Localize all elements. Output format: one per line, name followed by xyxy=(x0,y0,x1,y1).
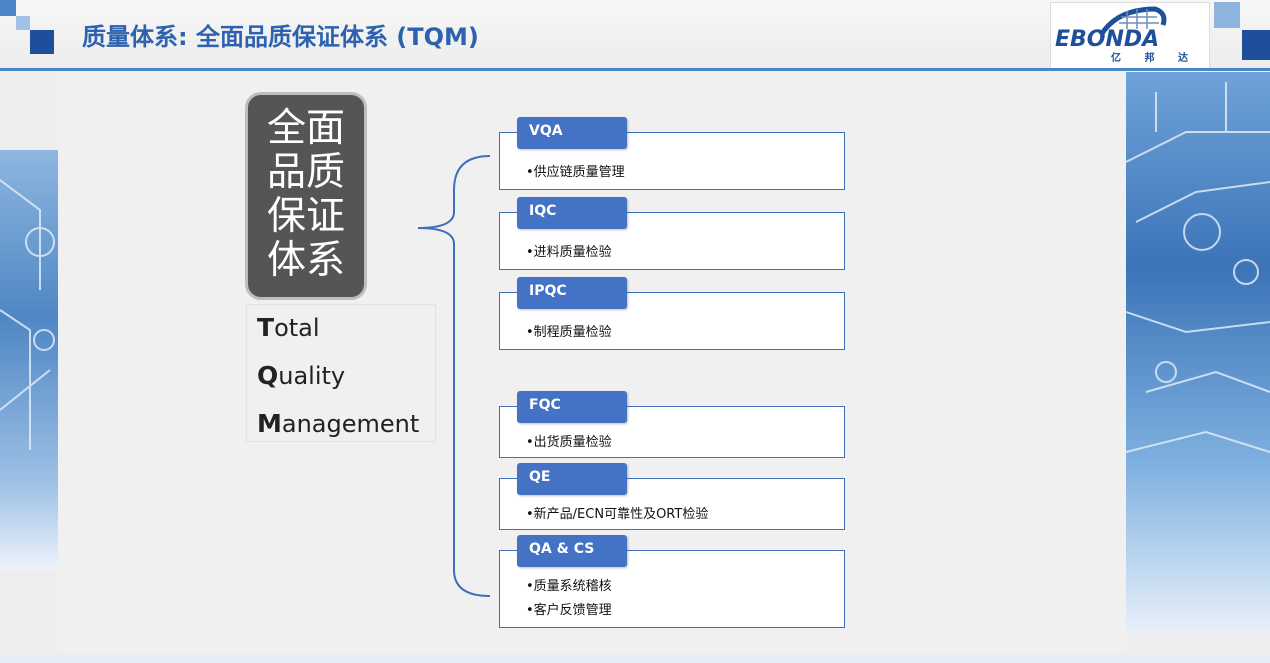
corner-square xyxy=(1214,2,1240,28)
item-tag-iqc: IQC xyxy=(517,197,627,229)
circuit-decoration-left xyxy=(0,150,58,570)
item-tag-ipqc: IPQC xyxy=(517,277,627,309)
item-desc: •制程质量检验 xyxy=(526,325,612,340)
corner-square xyxy=(1242,30,1270,60)
tqm-chinese-line: 品质 xyxy=(266,150,345,195)
footer-strip xyxy=(0,655,1270,663)
item-tag-qe: QE xyxy=(517,463,627,495)
tqm-chinese-line: 全面 xyxy=(266,106,345,151)
item-desc: •客户反馈管理 xyxy=(526,603,612,618)
item-desc: •新产品/ECN可靠性及ORT检验 xyxy=(526,507,709,522)
item-tag-fqc: FQC xyxy=(517,391,627,423)
tqm-chinese-line: 体系 xyxy=(266,238,345,283)
circuit-decoration-right xyxy=(1126,72,1270,632)
item-desc: •进料质量检验 xyxy=(526,245,612,260)
header-rule xyxy=(0,68,1270,71)
item-desc: •质量系统稽核 xyxy=(526,579,612,594)
tqm-word-total: Total xyxy=(257,313,320,342)
corner-square xyxy=(16,16,30,30)
tqm-word-quality: Quality xyxy=(257,361,346,390)
item-tag-qa-cs: QA & CS xyxy=(517,535,627,567)
connector-brace xyxy=(417,155,491,597)
tqm-english-box: Total Quality Management xyxy=(246,304,436,442)
corner-square xyxy=(30,30,54,54)
slide-header: 质量体系: 全面品质保证体系 (TQM) EBONDA 亿 邦 达 xyxy=(0,0,1270,70)
logo-chinese-name: 亿 邦 达 xyxy=(1111,53,1198,64)
item-desc: •供应链质量管理 xyxy=(526,165,625,180)
page-title: 质量体系: 全面品质保证体系 (TQM) xyxy=(82,23,479,51)
corner-square xyxy=(0,0,16,16)
tqm-word-management: Management xyxy=(257,409,420,438)
item-desc: •出货质量检验 xyxy=(526,435,612,450)
tqm-chinese-line: 保证 xyxy=(266,194,345,239)
tqm-chinese-box: 全面 品质 保证 体系 xyxy=(245,92,367,300)
company-logo: EBONDA 亿 邦 达 xyxy=(1050,2,1210,70)
item-tag-vqa: VQA xyxy=(517,117,627,149)
